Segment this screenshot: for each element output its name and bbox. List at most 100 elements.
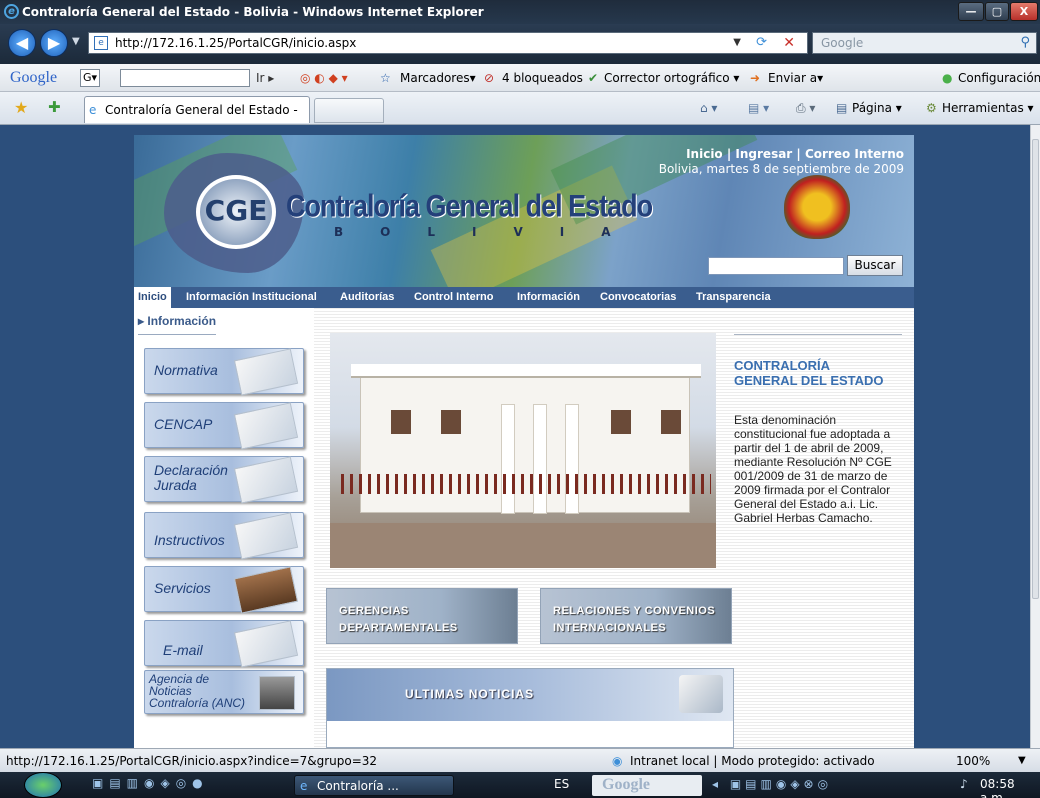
toolbar-buttons-icon[interactable]: ◎ ◐ ◆ ▾ [300, 64, 348, 92]
send-icon: ➜ [750, 71, 761, 85]
status-bar: http://172.16.1.25/PortalCGR/inicio.aspx… [0, 748, 1040, 772]
google-go-button[interactable]: Ir ▸ [256, 64, 274, 92]
page-menu[interactable]: Página ▾ [852, 92, 902, 125]
status-url: http://172.16.1.25/PortalCGR/inicio.aspx… [6, 754, 378, 768]
tab-active[interactable]: e Contraloría General del Estado - Boliv… [84, 96, 310, 143]
sidebar-item-instructivos[interactable]: Instructivos [144, 512, 304, 560]
forward-button[interactable]: ▶ [40, 29, 68, 57]
sidebar-item-normativa[interactable]: Normativa [144, 348, 304, 396]
settings-menu[interactable]: Configuración▾ [958, 64, 1040, 92]
cge-logo-icon: CGE [196, 175, 276, 249]
tab-bar: ★ ✚ e Contraloría General del Estado - B… [0, 92, 1040, 143]
add-favorites-icon[interactable]: ✚ [48, 98, 61, 116]
sidebar-item-email[interactable]: E-mail [144, 620, 304, 668]
scrollbar-thumb[interactable] [1032, 139, 1039, 599]
sidebar-item-label: Agencia de Noticias Contraloría (ANC) [149, 672, 246, 710]
address-dropdown-icon[interactable]: ▼ [733, 33, 741, 53]
writing-hand-icon [679, 675, 723, 713]
minimize-button[interactable]: — [958, 2, 984, 21]
site-search-button[interactable]: Buscar [847, 255, 903, 276]
new-tab-button[interactable] [314, 98, 384, 123]
refresh-icon[interactable]: ⟳ [756, 33, 767, 53]
bookmarks-menu[interactable]: Marcadores▾ [400, 64, 476, 92]
home-icon[interactable]: ⌂ ▾ [700, 92, 717, 125]
tools-icon: ⚙ [926, 101, 937, 115]
sidebar-item-anc[interactable]: Agencia de Noticias Contraloría (ANC) [144, 670, 304, 714]
start-button[interactable] [24, 772, 62, 798]
gerencias-banner[interactable]: GERENCIAS DEPARTAMENTALES [326, 588, 518, 644]
status-zone[interactable]: Intranet local | Modo protegido: activad… [630, 749, 875, 773]
menu-informacion-institucional[interactable]: Información Institucional [186, 287, 317, 308]
site-brand-country: BOLIVIA [334, 225, 648, 239]
ie-icon: e [4, 4, 19, 19]
window-title: Contraloría General del Estado - Bolivia… [22, 5, 484, 19]
site-search-input[interactable] [708, 257, 844, 275]
news-header: ULTIMAS NOTICIAS [327, 669, 733, 721]
sidebar-item-servicios[interactable]: Servicios [144, 566, 304, 614]
star-icon: ☆ [380, 71, 391, 85]
info-title: CONTRALORÍA GENERAL DEL ESTADO [734, 358, 884, 388]
title-bar: e Contraloría General del Estado - Boliv… [0, 0, 1040, 24]
taskbar-google-label: Google [602, 776, 650, 793]
building-photo [330, 333, 716, 568]
taskbar-google-search[interactable]: Google [592, 775, 702, 796]
portal-page: CGE Contraloría General del Estado BOLIV… [134, 135, 914, 748]
history-dropdown-icon[interactable]: ▼ [72, 36, 80, 47]
sidebar-item-label: E-mail [163, 642, 203, 658]
menu-convocatorias[interactable]: Convocatorias [600, 287, 676, 308]
search-input[interactable]: Google ⚲ [812, 32, 1037, 54]
tray-icons[interactable]: ◂ ▣▤▥◉◈⊗◎ [712, 777, 832, 791]
zoom-level[interactable]: 100% [956, 749, 990, 773]
popup-blocked-count[interactable]: 4 bloqueados [502, 64, 583, 92]
sidebar-item-cencap[interactable]: CENCAP [144, 402, 304, 450]
back-button[interactable]: ◀ [8, 29, 36, 57]
sidebar-item-declaracion-jurada[interactable]: Declaración Jurada [144, 456, 304, 504]
site-banner: CGE Contraloría General del Estado BOLIV… [134, 135, 914, 287]
tab-ie-icon: e [89, 103, 97, 117]
menu-auditorias[interactable]: Auditorías [340, 287, 394, 308]
google-field-button[interactable]: G▾ [80, 69, 101, 87]
top-links[interactable]: Inicio | Ingresar | Correo Interno [686, 147, 904, 161]
menu-informacion[interactable]: Información [517, 287, 580, 308]
google-search-input[interactable] [120, 69, 250, 87]
news-title: ULTIMAS NOTICIAS [405, 687, 535, 701]
close-button[interactable]: X [1010, 2, 1038, 21]
left-sidebar: ▸ Información Normativa CENCAP Declaraci… [134, 308, 310, 748]
clock[interactable]: 08:58 a.m. [980, 777, 1040, 798]
search-icon[interactable]: ⚲ [1020, 33, 1030, 53]
sidebar-item-label: CENCAP [154, 416, 213, 432]
quick-launch-icons[interactable]: ▣▤▥◉◈◎● [92, 776, 209, 790]
sidebar-item-label: Declaración Jurada [154, 462, 228, 493]
menu-control-interno[interactable]: Control Interno [414, 287, 493, 308]
spellcheck-menu[interactable]: Corrector ortográfico ▾ [604, 64, 739, 92]
breadcrumb: ▸ Información [138, 314, 217, 328]
address-input[interactable]: e http://172.16.1.25/PortalCGR/inicio.as… [88, 32, 808, 54]
popup-blocker-icon: ⊘ [484, 71, 495, 85]
page-icon: e [94, 36, 108, 50]
menu-inicio[interactable]: Inicio [134, 287, 171, 308]
tools-menu[interactable]: Herramientas ▾ [942, 92, 1034, 125]
breadcrumb-divider [138, 334, 216, 335]
volume-icon[interactable]: ♪ [960, 777, 968, 791]
menu-transparencia[interactable]: Transparencia [696, 287, 771, 308]
settings-icon: ● [942, 71, 953, 85]
send-menu[interactable]: Enviar a▾ [768, 64, 823, 92]
zoom-dropdown-icon[interactable]: ▼ [1018, 749, 1026, 773]
taskbar-app-button[interactable]: e Contraloría ... [294, 775, 454, 796]
document-icon [233, 348, 299, 396]
print-icon[interactable]: ⎙ ▾ [796, 92, 815, 125]
language-indicator[interactable]: ES [554, 777, 569, 791]
briefcase-icon [233, 566, 299, 614]
favorites-star-icon[interactable]: ★ [14, 98, 28, 117]
maximize-button[interactable]: ▢ [985, 2, 1009, 21]
stop-icon[interactable]: ✕ [783, 33, 795, 53]
pen-notebook-icon [233, 402, 299, 450]
feeds-icon[interactable]: ▤ ▾ [748, 92, 769, 125]
sidebar-item-label: Instructivos [154, 532, 225, 548]
taskbar: ▣▤▥◉◈◎● e Contraloría ... ES Google ◂ ▣▤… [0, 772, 1040, 798]
relaciones-label: RELACIONES Y CONVENIOS INTERNACIONALES [553, 605, 716, 634]
vertical-scrollbar[interactable] [1030, 125, 1040, 748]
search-placeholder: Google [821, 36, 864, 50]
sidebar-item-label: Servicios [154, 580, 211, 596]
relaciones-banner[interactable]: RELACIONES Y CONVENIOS INTERNACIONALES [540, 588, 732, 644]
